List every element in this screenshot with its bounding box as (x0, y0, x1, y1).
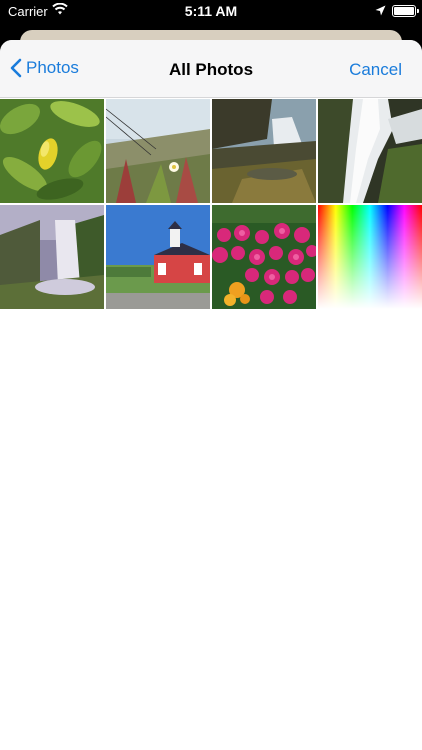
clock: 5:11 AM (184, 3, 238, 19)
status-bar: Carrier 5:11 AM (0, 0, 422, 24)
photo-picker-sheet: Photos All Photos Cancel (0, 40, 422, 750)
photo-thumbnail[interactable] (212, 205, 316, 309)
cancel-button[interactable]: Cancel (349, 60, 402, 80)
location-arrow-icon (375, 4, 386, 19)
photo-thumbnail[interactable] (318, 99, 422, 203)
photo-thumbnail[interactable] (106, 99, 210, 203)
photo-thumbnail[interactable] (0, 205, 104, 309)
photo-thumbnail[interactable] (318, 205, 422, 309)
photo-thumbnail[interactable] (0, 99, 104, 203)
navigation-bar: Photos All Photos Cancel (0, 40, 422, 98)
battery-icon (392, 5, 419, 17)
photo-thumbnail[interactable] (212, 99, 316, 203)
photo-grid (0, 99, 422, 309)
photo-thumbnail[interactable] (106, 205, 210, 309)
